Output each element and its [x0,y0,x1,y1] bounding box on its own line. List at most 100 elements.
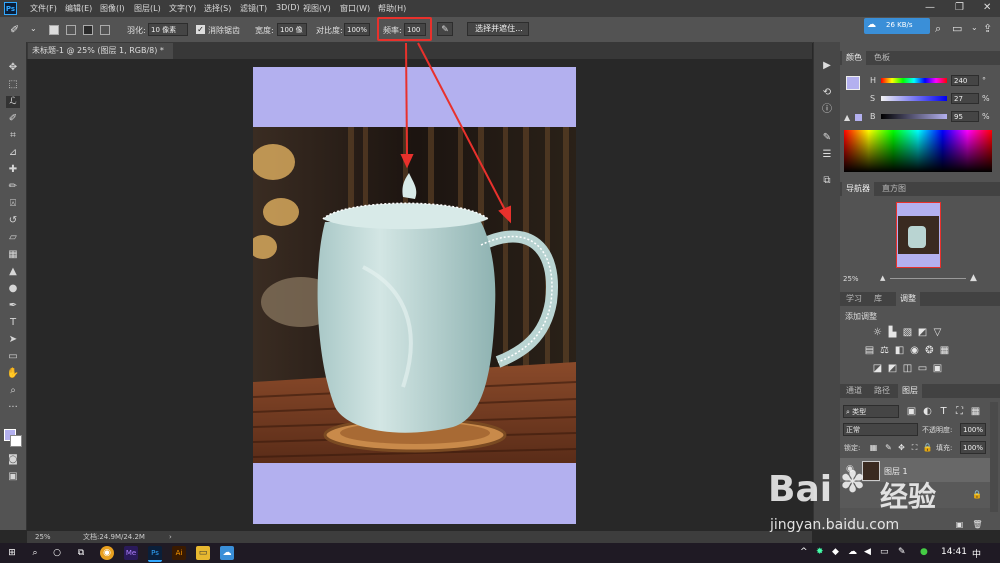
volume-icon[interactable]: ◀ [864,547,871,557]
task-view-icon[interactable]: ⧉ [74,546,88,560]
brush-settings-icon[interactable]: ✎ [821,132,833,144]
brightness-adjust-icon[interactable]: ☼ [872,327,883,338]
play-action-icon[interactable]: ▶ [821,60,833,72]
brightness-slider[interactable] [881,114,947,119]
tab-layers[interactable]: 图层 [898,384,922,398]
levels-adjust-icon[interactable]: ▙ [887,327,898,338]
navigator-thumbnail-photo [898,216,939,254]
blend-mode-dropdown[interactable]: 正常 [843,423,918,436]
navigator-thumbnail-teapot [908,226,926,248]
degree-unit: ° [982,76,986,85]
tray-green-icon[interactable]: ● [920,547,928,557]
gamut-warning-icon[interactable]: ▲ [844,113,850,122]
tab-library[interactable]: 库 [870,292,886,306]
tray-tool-icon[interactable]: ✎ [898,547,906,557]
web-safe-chip[interactable] [855,114,862,121]
battery-icon[interactable]: ▭ [880,547,889,557]
photoshop-taskbar-icon[interactable]: Ps [148,546,162,562]
tab-histogram[interactable]: 直方图 [878,182,910,196]
status-doc-info: 文档:24.9M/24.2M [83,533,145,541]
curves-adjust-icon[interactable]: ▧ [902,327,913,338]
baidu-netdisk-icon[interactable]: ☁ [220,546,234,560]
baidu-watermark: Bai ✽ 经验 jingyan.baidu.com [740,455,1000,545]
navigator-zoom-slider[interactable] [890,278,966,279]
watermark-url: jingyan.baidu.com [770,517,900,533]
fill-label: 填充: [936,444,953,452]
tab-navigator[interactable]: 导航器 [842,182,874,196]
posterize-icon[interactable]: ◩ [887,363,898,374]
vibrance-adjust-icon[interactable]: ▽ [932,327,943,338]
filter-smart-icon[interactable]: ▦ [970,406,981,417]
hue-slider[interactable] [881,78,947,83]
invert-icon[interactable]: ◪ [872,363,883,374]
lock-all-icon[interactable]: 🔒 [922,442,933,453]
tab-swatches[interactable]: 色板 [870,51,894,65]
watermark-brand-cn: 经验 [880,480,937,513]
filter-pixel-icon[interactable]: ▣ [906,406,917,417]
tray-shield-icon[interactable]: ◆ [832,547,839,557]
tray-app-icon[interactable]: ✸ [816,547,824,557]
s-value[interactable]: 27 [951,93,979,104]
properties-icon[interactable]: ☰ [821,149,833,161]
tray-chevron-icon[interactable]: ^ [800,547,808,557]
windows-start-icon[interactable]: ⊞ [5,546,19,560]
b-label: B [870,112,876,121]
zoom-in-icon[interactable]: ▲ [970,273,977,283]
hue-saturation-icon[interactable]: ▤ [864,345,875,356]
h-value[interactable]: 240 [951,75,979,86]
filter-type-icon[interactable]: T [938,406,949,417]
adobe-me-icon[interactable]: Me [124,546,138,560]
tab-adjustments[interactable]: 调整 [896,292,920,306]
file-explorer-icon[interactable]: ▭ [196,546,210,560]
threshold-icon[interactable]: ◫ [902,363,913,374]
black-white-icon[interactable]: ◧ [894,345,905,356]
tab-paths[interactable]: 路径 [870,384,894,398]
navigator-zoom[interactable]: 25% [843,275,859,283]
color-spectrum[interactable] [844,130,992,172]
opacity-input[interactable]: 100% [960,423,986,436]
photo-filter-icon[interactable]: ◉ [909,345,920,356]
search-taskbar-icon[interactable]: ⌕ [28,546,42,560]
color-balance-icon[interactable]: ⚖ [879,345,890,356]
gradient-map-icon[interactable]: ▭ [917,363,928,374]
lock-artboard-icon[interactable]: ⛶ [909,442,920,453]
filter-adjust-icon[interactable]: ◐ [922,406,933,417]
windows-taskbar: ⊞ ⌕ ○ ⧉ ◉ Me Ps Ai ▭ ☁ ^ ✸ ◆ ☁ ◀ ▭ ✎ ● 1… [0,543,1000,563]
channel-mixer-icon[interactable]: ❂ [924,345,935,356]
cortana-icon[interactable]: ○ [50,546,64,560]
lock-transparent-icon[interactable]: ▦ [868,442,879,453]
filter-shape-icon[interactable]: ⛶ [954,406,965,417]
tab-color[interactable]: 颜色 [842,51,866,65]
s-label: S [870,94,876,103]
opacity-label: 不透明度: [922,426,953,434]
navigator-thumbnail[interactable] [896,202,941,268]
taskbar-ime[interactable]: 中 [972,547,981,560]
fill-input[interactable]: 100% [960,441,986,454]
h-label: H [870,76,877,85]
lock-position-icon[interactable]: ✥ [896,442,907,453]
b-value[interactable]: 95 [951,111,979,122]
exposure-adjust-icon[interactable]: ◩ [917,327,928,338]
chrome-icon[interactable]: ◉ [100,546,114,560]
layer-filter-label: 类型 [852,408,867,416]
lock-image-icon[interactable]: ✎ [883,442,894,453]
taskbar-clock[interactable]: 14:41 [941,547,967,557]
layer-filter-dropdown[interactable]: ⌕ 类型 [843,405,899,418]
baidu-paw-icon: ✽ [840,465,866,500]
selective-color-icon[interactable]: ▣ [932,363,943,374]
illustrator-icon[interactable]: Ai [172,546,186,560]
history-icon[interactable]: ⟲ [821,87,833,99]
tab-channels[interactable]: 通道 [842,384,866,398]
color-lookup-icon[interactable]: ▦ [939,345,950,356]
tab-learn[interactable]: 学习 [842,292,866,306]
clone-source-icon[interactable]: ⧉ [821,175,833,187]
tray-cloud-icon[interactable]: ☁ [848,547,857,557]
add-adjustment-title: 添加调整 [845,312,877,321]
lock-label: 锁定: [844,444,861,452]
status-zoom[interactable]: 25% [35,531,51,543]
zoom-out-icon[interactable]: ▲ [880,274,885,282]
fg-color-chip[interactable] [846,76,860,90]
saturation-slider[interactable] [881,96,947,101]
info-icon[interactable]: ⓘ [821,104,833,116]
status-arrow-icon[interactable]: › [169,531,172,543]
